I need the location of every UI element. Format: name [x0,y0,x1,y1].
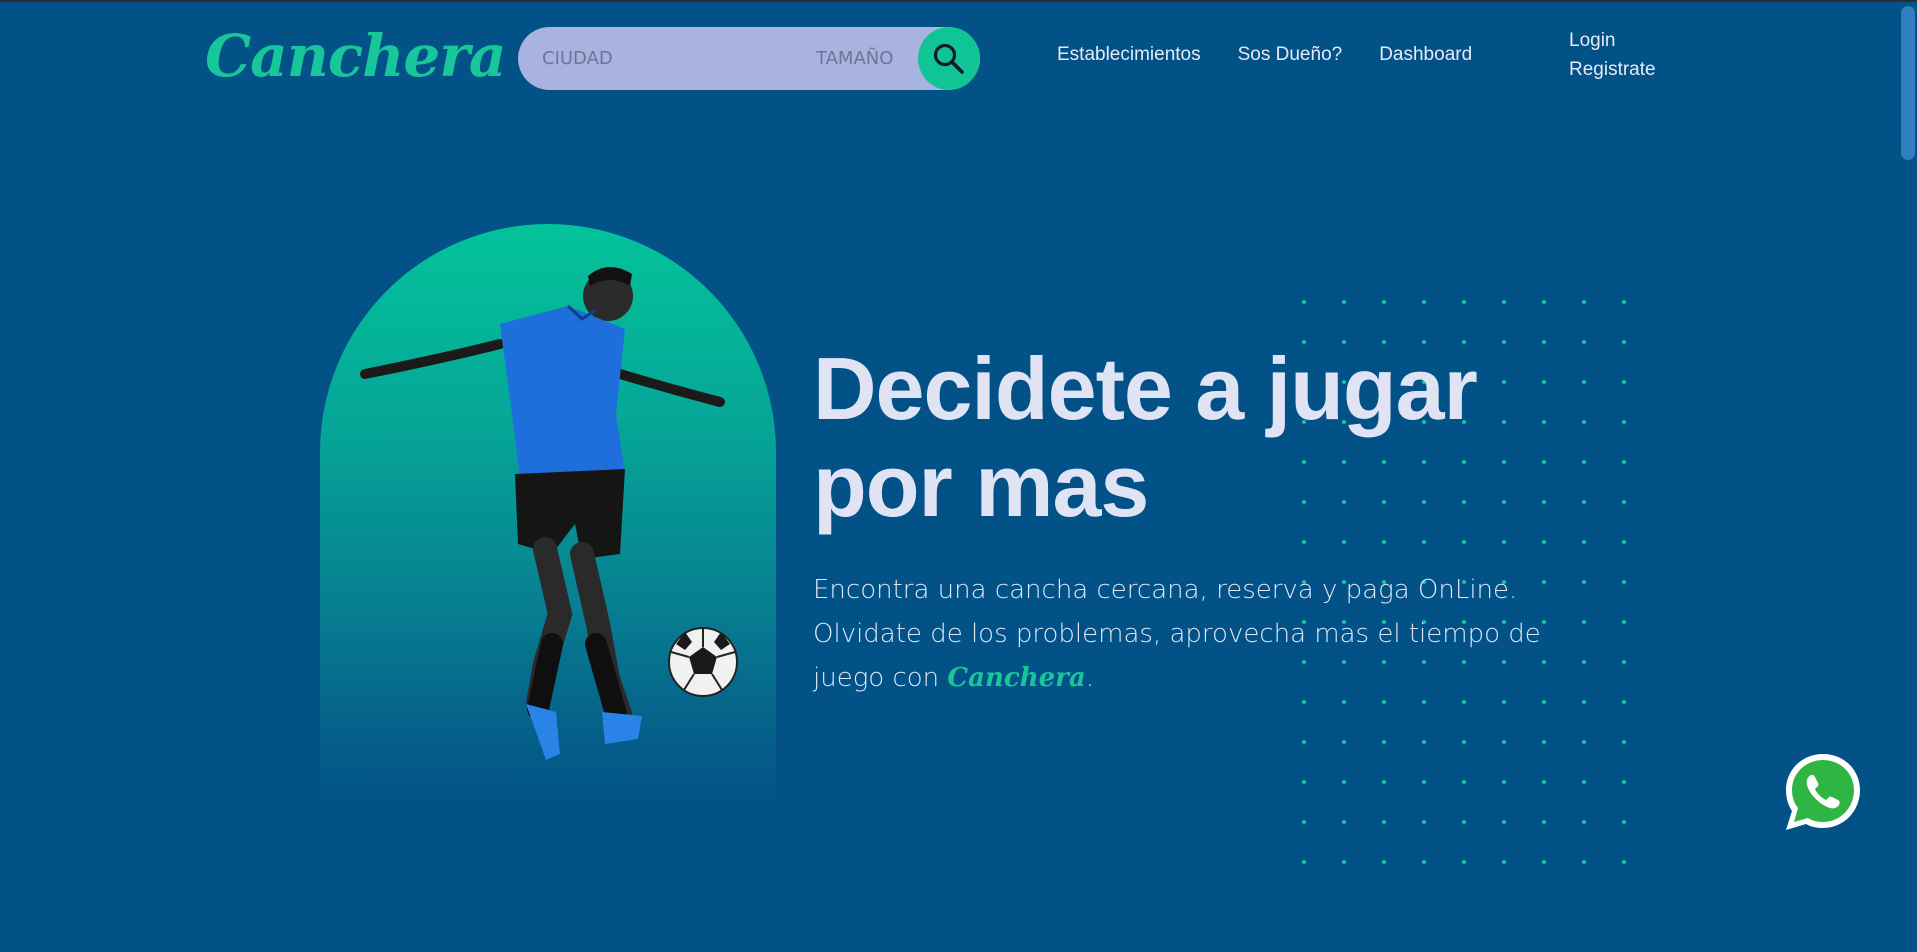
auth-links: Login Registrate [1569,30,1656,81]
size-select[interactable]: TAMAÑO [816,27,893,90]
main-nav: Establecimientos Sos Dueño? Dashboard [1057,44,1472,66]
hero-description-end: . [1085,663,1094,693]
hero-image-arch [320,224,776,809]
whatsapp-icon [1786,754,1860,830]
search-icon [933,43,964,74]
logo[interactable]: Canchera [205,20,506,92]
hero-description: Encontra una cancha cercana, reserva y p… [813,568,1573,700]
nav-dashboard[interactable]: Dashboard [1379,44,1472,66]
search-button[interactable] [918,27,980,90]
hero-title-line1: Decidete a jugar [813,339,1478,438]
register-link[interactable]: Registrate [1569,59,1656,81]
nav-establecimientos[interactable]: Establecimientos [1057,44,1201,66]
nav-sos-dueno[interactable]: Sos Dueño? [1238,44,1343,66]
hero-title: Decidete a jugar por mas [813,340,1573,534]
hero-description-text: Encontra una cancha cercana, reserva y p… [813,575,1541,693]
hero-brand-name: Canchera [947,663,1086,693]
scrollbar-thumb[interactable] [1901,6,1915,160]
city-input[interactable] [542,27,772,90]
whatsapp-button[interactable] [1782,750,1864,832]
hero-title-line2: por mas [813,436,1149,535]
login-link[interactable]: Login [1569,30,1656,52]
soccer-player-image [360,266,738,760]
search-bar: TAMAÑO [518,27,980,90]
